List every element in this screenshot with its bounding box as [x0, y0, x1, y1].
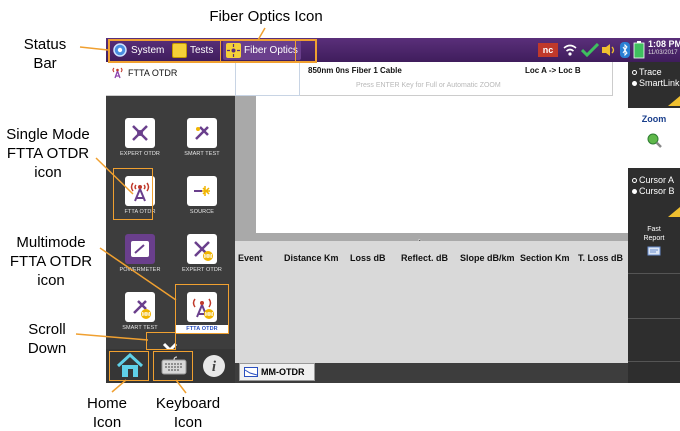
annotation-keyboard-icon: Keyboard Icon — [155, 395, 221, 431]
event-table: Event Distance Km Loss dB Reflect. dB Sl… — [235, 241, 628, 363]
expert-otdr-mm-icon: MM — [187, 234, 217, 264]
app-label: SMART TEST — [122, 325, 158, 331]
col-event: Event — [238, 253, 263, 263]
col-distance: Distance Km — [284, 253, 339, 263]
nc-icon: nc — [538, 43, 558, 57]
col-slope: Slope dB/km — [460, 253, 515, 263]
app-smart-test[interactable]: SMART TEST — [170, 118, 234, 157]
cursor-b-option: Cursor B — [639, 186, 675, 196]
col-section: Section Km — [520, 253, 570, 263]
trace-info: 850nm 0ns Fiber 1 Cable — [308, 66, 402, 75]
event-table-header: Event Distance Km Loss dB Reflect. dB Sl… — [235, 253, 628, 265]
col-total-loss: T. Loss dB — [578, 253, 624, 263]
zoom-hint: Press ENTER Key for Full or Automatic ZO… — [356, 82, 501, 89]
smart-test-mm-icon: MM — [125, 292, 155, 322]
check-icon — [581, 43, 599, 57]
antenna-icon — [112, 67, 123, 79]
tab-mm-otdr-label: MM-OTDR — [261, 367, 305, 377]
softkey-zoom[interactable]: Zoom — [628, 108, 680, 168]
radio-smartlink[interactable] — [632, 81, 637, 86]
single-mode-highlight — [113, 168, 153, 220]
annotation-status-bar: Status Bar — [23, 36, 67, 72]
keyboard-highlight — [153, 351, 193, 381]
svg-text:MM: MM — [204, 254, 212, 260]
app-expert-otdr[interactable]: EXPERT OTDR — [108, 118, 172, 157]
softkey-empty-2[interactable] — [628, 319, 680, 361]
scroll-down-highlight — [146, 332, 176, 350]
report-icon — [647, 246, 661, 256]
trace-option: Trace — [639, 67, 662, 77]
powermeter-icon — [125, 234, 155, 264]
warning-triangle-icon — [668, 207, 680, 217]
header-side-field — [612, 62, 628, 96]
smart-test-icon — [187, 118, 217, 148]
app-powermeter[interactable]: POWERMETER — [108, 234, 172, 273]
app-source[interactable]: SOURCE — [170, 176, 234, 215]
wifi-icon — [563, 44, 577, 56]
info-icon: i — [203, 355, 225, 377]
clock-time: 1:08 PM — [648, 39, 680, 49]
app-label: EXPERT OTDR — [119, 151, 161, 157]
clock-date: 11/03/2017 — [648, 50, 678, 56]
softkey-empty-1[interactable] — [628, 274, 680, 318]
trace-info-bar: 850nm 0ns Fiber 1 Cable Loc A -> Loc B P… — [300, 62, 612, 96]
radio-cursor-b[interactable] — [632, 189, 637, 194]
tab-mm-otdr[interactable]: MM-OTDR — [239, 363, 315, 381]
multimode-highlight — [175, 284, 229, 334]
warning-triangle-icon — [668, 96, 680, 106]
trace-plot[interactable] — [256, 96, 628, 233]
cursor-a-option: Cursor A — [639, 175, 675, 185]
page-title: FTTA OTDR — [128, 68, 178, 78]
svg-text:MM: MM — [142, 312, 150, 318]
app-label: SOURCE — [189, 209, 215, 215]
col-loss: Loss dB — [350, 253, 386, 263]
smartlink-option: SmartLink — [639, 78, 680, 88]
app-smart-test-mm[interactable]: MM SMART TEST — [108, 292, 172, 331]
speaker-icon — [602, 44, 615, 56]
annotation-single-mode: Single Mode FTTA OTDR icon — [6, 126, 90, 181]
app-label: EXPERT OTDR — [181, 267, 223, 273]
app-label: POWERMETER — [119, 267, 161, 273]
measurement-tabs: MM-OTDR — [235, 363, 628, 383]
header-blank-field — [235, 62, 300, 96]
trace-icon — [244, 367, 258, 377]
softkey-trace[interactable]: Trace SmartLink — [628, 64, 680, 106]
annotation-home-icon: Home Icon — [86, 395, 127, 431]
softkey-divider — [628, 361, 680, 362]
annotation-scroll-down: Scroll Down — [27, 321, 67, 357]
app-expert-otdr-mm[interactable]: MM EXPERT OTDR — [170, 234, 234, 273]
annotation-multimode: Multimode FTTA OTDR icon — [9, 234, 93, 289]
radio-cursor-a[interactable] — [632, 178, 637, 183]
app-label: SMART TEST — [184, 151, 220, 157]
annotation-fiber-optics-icon: Fiber Optics Icon — [209, 8, 323, 25]
fiber-optics-highlight — [220, 40, 296, 62]
bluetooth-icon — [620, 42, 630, 58]
info-button[interactable]: i — [196, 349, 232, 383]
fast-report-label: Fast Report — [643, 226, 665, 242]
softkey-cursor[interactable]: Cursor A Cursor B — [628, 171, 680, 217]
test-title-bar: FTTA OTDR — [106, 62, 235, 96]
col-reflect: Reflect. dB — [401, 253, 449, 263]
battery-icon — [633, 41, 645, 59]
source-icon — [187, 176, 217, 206]
zoom-icon — [647, 133, 662, 148]
radio-trace[interactable] — [632, 70, 637, 75]
home-highlight — [109, 351, 149, 381]
zoom-label: Zoom — [641, 114, 667, 124]
expert-otdr-icon — [125, 118, 155, 148]
location-info: Loc A -> Loc B — [525, 66, 581, 75]
right-softkey-menu: Trace SmartLink Zoom Cursor A Cursor B F… — [628, 62, 680, 383]
softkey-fast-report[interactable]: Fast Report — [628, 219, 680, 271]
